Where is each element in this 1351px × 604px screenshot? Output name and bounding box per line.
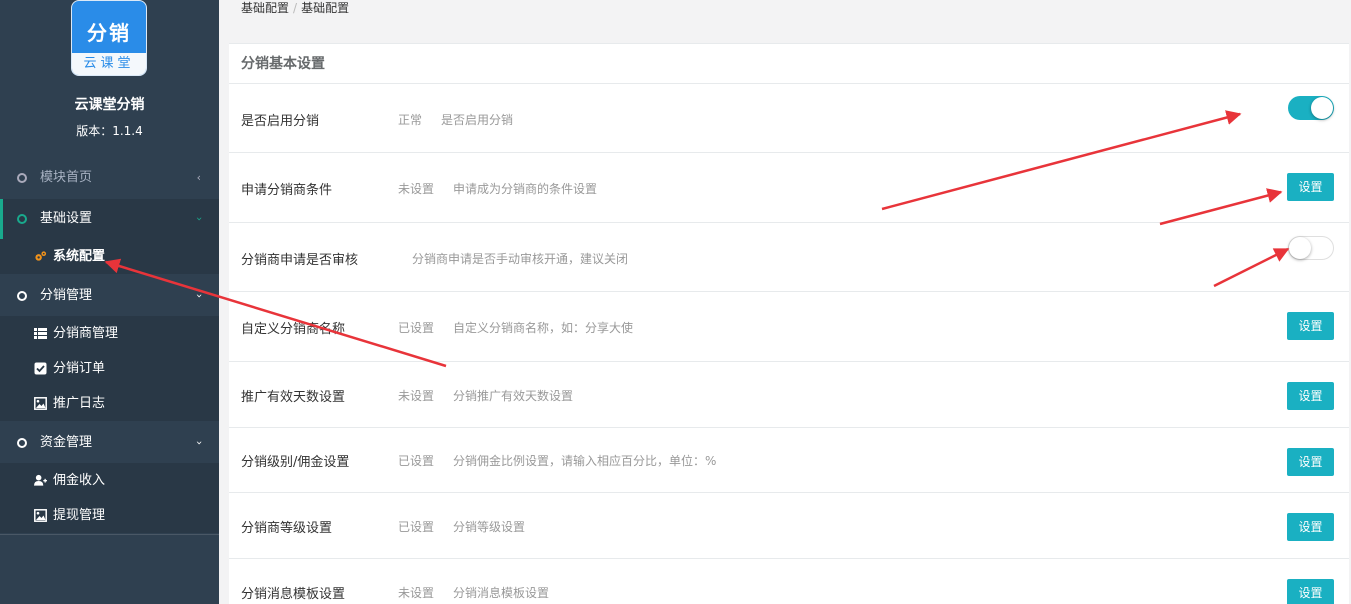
sidebar-item-label: 分销订单 xyxy=(53,361,106,376)
image-icon xyxy=(34,397,47,410)
settings-button[interactable]: 设置 xyxy=(1287,312,1334,340)
sidebar-item-label: 推广日志 xyxy=(53,396,106,411)
image-icon xyxy=(34,509,47,522)
settings-row: 分销商申请是否审核 分销商申请是否手动审核开通，建议关闭 xyxy=(229,223,1349,292)
setting-name: 分销商申请是否审核 xyxy=(241,253,359,268)
setting-name: 分销级别/佣金设置 xyxy=(241,455,350,470)
app-logo: 分销 云课堂 xyxy=(71,0,147,76)
nav-item-label: 资金管理 xyxy=(40,435,93,450)
app-name: 云课堂分销 xyxy=(74,97,145,113)
setting-description: 自定义分销商名称，如：分享大使 xyxy=(453,321,634,335)
submenu-distribution: 分销商管理 分销订单 推广日志 xyxy=(0,316,219,421)
sidebar-item-label: 系统配置 xyxy=(53,249,106,264)
settings-button[interactable]: 设置 xyxy=(1287,579,1334,604)
sidebar-item-label: 佣金收入 xyxy=(53,473,106,488)
logo-text-bottom: 云课堂 xyxy=(72,53,146,75)
setting-name: 推广有效天数设置 xyxy=(241,390,346,405)
app-version: 版本：1.1.4 xyxy=(76,124,143,138)
setting-description: 分销佣金比例设置，请输入相应百分比，单位：% xyxy=(453,454,717,468)
breadcrumb: 基础配置 / 基础配置 xyxy=(241,0,349,16)
circle-icon xyxy=(17,173,27,183)
setting-name: 是否启用分销 xyxy=(241,114,320,129)
settings-row: 申请分销商条件 未设置 申请成为分销商的条件设置 设置 xyxy=(229,153,1349,223)
setting-status: 已设置 xyxy=(398,321,435,335)
list-icon xyxy=(34,328,47,339)
chevron-down-icon: › xyxy=(192,216,206,222)
setting-status: 正常 xyxy=(398,113,423,127)
nav-item-basic-settings[interactable]: 基础设置 › xyxy=(0,199,219,239)
setting-status: 已设置 xyxy=(398,454,435,468)
sidebar-item-promotion-log[interactable]: 推广日志 xyxy=(0,386,219,421)
nav-item-funds-management[interactable]: 资金管理 › xyxy=(0,423,219,463)
chevron-down-icon: › xyxy=(192,440,206,446)
sidebar-item-distribution-orders[interactable]: 分销订单 xyxy=(0,351,219,386)
breadcrumb-item-current: 基础配置 xyxy=(301,1,350,15)
breadcrumb-item[interactable]: 基础配置 xyxy=(241,1,289,15)
settings-row: 推广有效天数设置 未设置 分销推广有效天数设置 设置 xyxy=(229,362,1349,428)
setting-description: 分销消息模板设置 xyxy=(453,586,550,600)
chevron-down-icon: › xyxy=(192,293,206,299)
nav-item-label: 分销管理 xyxy=(40,288,93,303)
settings-button[interactable]: 设置 xyxy=(1287,513,1334,541)
settings-row: 分销级别/佣金设置 已设置 分销佣金比例设置，请输入相应百分比，单位：% 设置 xyxy=(229,428,1349,493)
settings-button[interactable]: 设置 xyxy=(1287,382,1334,410)
setting-name: 分销消息模板设置 xyxy=(241,587,346,602)
chevron-left-icon: ‹ xyxy=(196,171,201,184)
sidebar-item-label: 分销商管理 xyxy=(53,326,119,341)
user-plus-icon xyxy=(34,474,47,486)
panel-title: 分销基本设置 xyxy=(241,56,325,72)
setting-description: 是否启用分销 xyxy=(441,113,514,127)
setting-name: 分销商等级设置 xyxy=(241,521,333,536)
settings-row: 是否启用分销 正常 是否启用分销 xyxy=(229,84,1349,153)
toggle-knob xyxy=(1289,237,1311,259)
setting-status: 未设置 xyxy=(398,389,435,403)
setting-description: 分销推广有效天数设置 xyxy=(453,389,574,403)
review-application-toggle[interactable] xyxy=(1288,236,1334,260)
logo-text-top: 分销 xyxy=(87,21,131,45)
setting-status: 已设置 xyxy=(398,520,435,534)
setting-description: 分销商申请是否手动审核开通，建议关闭 xyxy=(412,252,629,266)
settings-row: 分销消息模板设置 未设置 分销消息模板设置 设置 xyxy=(229,559,1349,604)
setting-name: 申请分销商条件 xyxy=(241,183,333,198)
breadcrumb-separator: / xyxy=(293,1,298,15)
setting-description: 分销等级设置 xyxy=(453,520,526,534)
nav-item-module-home[interactable]: 模块首页 ‹ xyxy=(0,158,219,198)
setting-name: 自定义分销商名称 xyxy=(241,322,346,337)
setting-description: 申请成为分销商的条件设置 xyxy=(453,182,598,196)
submenu-basic-settings: 系统配置 xyxy=(0,239,219,274)
circle-icon xyxy=(17,214,27,224)
settings-button[interactable]: 设置 xyxy=(1287,173,1334,201)
circle-icon xyxy=(17,291,27,301)
enable-distribution-toggle[interactable] xyxy=(1288,96,1334,120)
sidebar-item-distributor-management[interactable]: 分销商管理 xyxy=(0,316,219,351)
gears-icon xyxy=(35,251,47,261)
setting-status: 未设置 xyxy=(398,586,435,600)
sidebar-item-commission-income[interactable]: 佣金收入 xyxy=(0,463,219,498)
toggle-knob xyxy=(1311,97,1333,119)
sidebar-item-system-config[interactable]: 系统配置 xyxy=(0,239,219,274)
checkbox-icon xyxy=(34,362,47,375)
settings-row: 自定义分销商名称 已设置 自定义分销商名称，如：分享大使 设置 xyxy=(229,292,1349,362)
settings-row: 分销商等级设置 已设置 分销等级设置 设置 xyxy=(229,493,1349,559)
submenu-funds: 佣金收入 提现管理 xyxy=(0,463,219,533)
settings-panel: 分销基本设置 是否启用分销 正常 是否启用分销 申请分销商条件 未设置 申请成为… xyxy=(229,43,1349,604)
circle-icon xyxy=(17,438,27,448)
nav-item-label: 基础设置 xyxy=(40,211,93,226)
settings-button[interactable]: 设置 xyxy=(1287,448,1334,476)
sidebar-divider xyxy=(0,534,219,535)
setting-status: 未设置 xyxy=(398,182,435,196)
nav-item-label: 模块首页 xyxy=(40,170,93,185)
sidebar: 分销 云课堂 云课堂分销 版本：1.1.4 模块首页 ‹ 基础设置 › 系统配置… xyxy=(0,0,219,604)
sidebar-item-label: 提现管理 xyxy=(53,508,106,523)
nav-item-distribution-management[interactable]: 分销管理 › xyxy=(0,276,219,316)
sidebar-item-withdrawal-management[interactable]: 提现管理 xyxy=(0,498,219,533)
